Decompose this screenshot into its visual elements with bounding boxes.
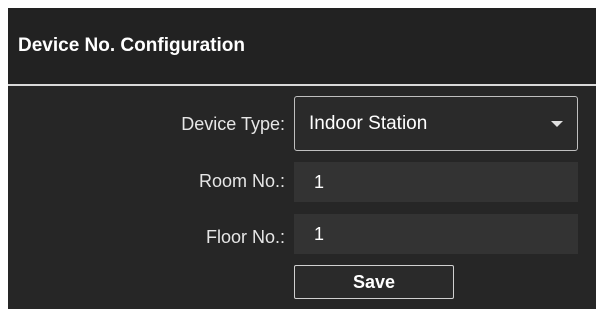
section-header: Device No. Configuration xyxy=(8,8,596,86)
device-type-select[interactable]: Indoor Station xyxy=(294,96,578,151)
save-button[interactable]: Save xyxy=(294,265,454,299)
device-type-value: Indoor Station xyxy=(309,113,428,134)
chevron-down-icon xyxy=(551,121,563,127)
device-type-label: Device Type: xyxy=(181,114,285,134)
section-title: Device No. Configuration xyxy=(18,35,245,56)
room-no-input[interactable] xyxy=(294,162,578,202)
device-config-panel: Device No. Configuration Device Type: In… xyxy=(8,8,596,309)
room-no-label: Room No.: xyxy=(198,171,285,191)
floor-no-label: Floor No.: xyxy=(205,227,285,247)
floor-no-input[interactable] xyxy=(294,214,578,254)
